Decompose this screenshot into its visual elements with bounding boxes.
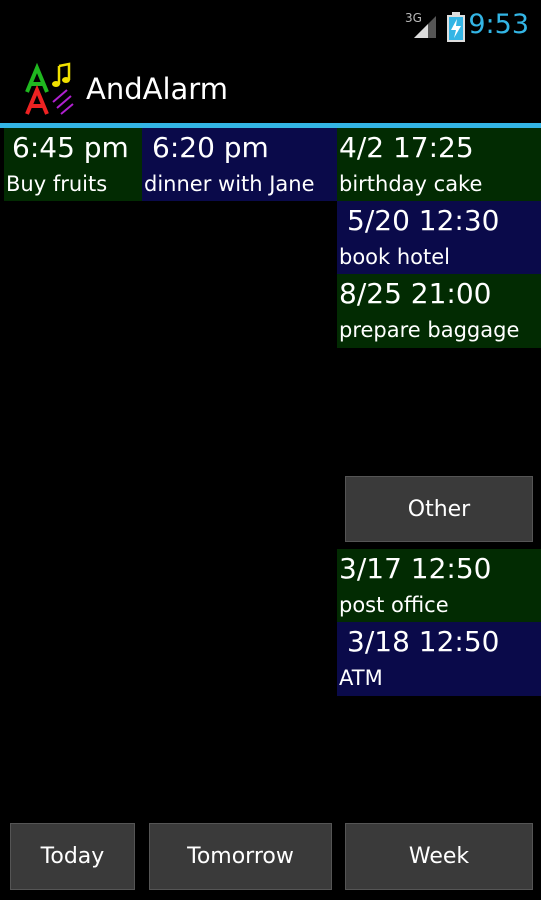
alarm-item-week[interactable]: 8/25 21:00 prepare baggage — [337, 274, 541, 348]
alarm-label: dinner with Jane — [144, 172, 315, 196]
alarm-label: Buy fruits — [6, 172, 108, 196]
battery-icon — [447, 12, 465, 42]
alarm-item-week[interactable]: 4/2 17:25 birthday cake — [337, 128, 541, 201]
action-bar: AndAlarm — [0, 50, 541, 123]
today-button[interactable]: Today — [10, 823, 135, 890]
alarm-item-other[interactable]: 3/17 12:50 post office — [337, 549, 541, 622]
alarm-time: 6:45 pm — [12, 131, 129, 164]
alarm-label: book hotel — [339, 245, 451, 269]
app-logo-icon — [25, 62, 74, 115]
other-button[interactable]: Other — [345, 476, 533, 542]
alarm-label: prepare baggage — [339, 318, 520, 342]
alarm-time: 8/25 21:00 — [339, 277, 492, 310]
alarm-item-tomorrow[interactable]: 6:20 pm dinner with Jane — [142, 128, 337, 201]
alarm-label: post office — [339, 593, 449, 617]
alarm-item-today[interactable]: 6:45 pm Buy fruits — [4, 128, 142, 201]
alarm-item-other[interactable]: 3/18 12:50 ATM — [337, 622, 541, 696]
status-bar: 3G 9:53 — [0, 0, 541, 50]
signal-icon — [414, 16, 436, 38]
alarm-time: 5/20 12:30 — [347, 204, 500, 237]
alarm-time: 6:20 pm — [152, 131, 269, 164]
alarm-label: ATM — [339, 666, 383, 690]
tomorrow-button[interactable]: Tomorrow — [149, 823, 332, 890]
app-title: AndAlarm — [86, 72, 228, 106]
alarm-time: 4/2 17:25 — [339, 131, 474, 164]
alarm-time: 3/17 12:50 — [339, 552, 492, 585]
alarm-item-week[interactable]: 5/20 12:30 book hotel — [337, 201, 541, 274]
week-button[interactable]: Week — [345, 823, 533, 890]
alarm-label: birthday cake — [339, 172, 483, 196]
alarm-time: 3/18 12:50 — [347, 625, 500, 658]
status-clock: 9:53 — [468, 9, 529, 40]
